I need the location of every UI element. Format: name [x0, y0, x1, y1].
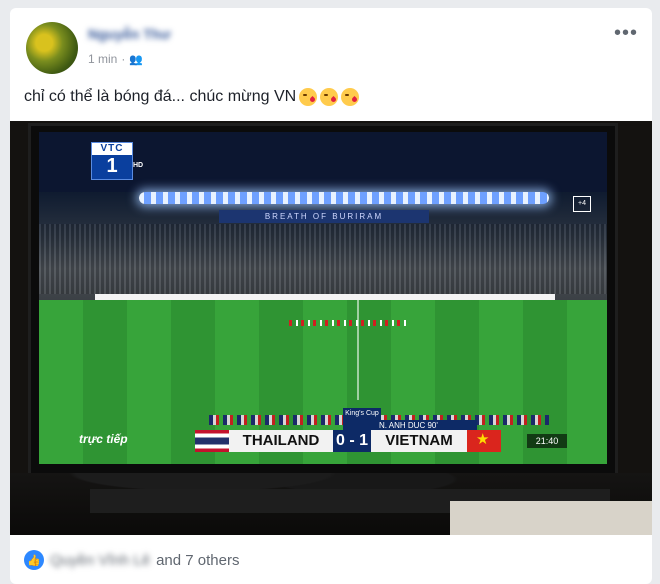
tv-screen: BREATH OF BURIRAM VTC 1 HD +4 King's Cup…: [39, 132, 607, 464]
reaction-others[interactable]: and 7 others: [156, 552, 239, 569]
post-time[interactable]: 1 min: [88, 52, 117, 66]
players-lineup: [289, 320, 409, 326]
scoreboard: THAILAND 0 - 1 VIETNAM: [195, 430, 501, 452]
hd-label: HD: [133, 162, 144, 169]
away-team: VIETNAM: [371, 430, 467, 452]
more-options-button[interactable]: •••: [614, 22, 638, 45]
clock: 21:40: [527, 434, 567, 448]
crowd: [39, 224, 607, 294]
author-name[interactable]: Nguyễn Thư: [88, 26, 170, 42]
kiss-emoji-icon: [320, 88, 339, 106]
floodlights: [139, 192, 549, 204]
avatar[interactable]: [26, 22, 78, 74]
score: 0 - 1: [333, 430, 371, 452]
reactions-bar[interactable]: 👍 Quyền Vĩnh Lê and 7 others: [24, 550, 239, 570]
live-label: trực tiếp: [79, 432, 128, 446]
channel-number: 1: [106, 155, 118, 177]
channel-name: VTC: [92, 143, 132, 155]
reaction-names[interactable]: Quyền Vĩnh Lê: [50, 552, 150, 569]
tv: BREATH OF BURIRAM VTC 1 HD +4 King's Cup…: [28, 123, 618, 483]
post-text: chỉ có thể là bóng đá... chúc mừng VN: [24, 88, 297, 105]
post-text-row: chỉ có thể là bóng đá... chúc mừng VN: [24, 88, 360, 106]
like-icon: 👍: [24, 550, 44, 570]
kiss-emoji-icon: [341, 88, 360, 106]
post-card: Nguyễn Thư 1 min · 👥 ••• chỉ có thể là b…: [10, 8, 652, 584]
home-team: THAILAND: [229, 430, 333, 452]
post-meta: 1 min · 👥: [88, 52, 143, 66]
post-photo[interactable]: BREATH OF BURIRAM VTC 1 HD +4 King's Cup…: [10, 121, 652, 535]
stadium-banner: BREATH OF BURIRAM: [219, 210, 429, 223]
thailand-flag-icon: [195, 430, 229, 452]
age-badge: +4: [573, 196, 591, 212]
kiss-emoji-icon: [299, 88, 318, 106]
center-line: [357, 300, 359, 400]
meta-separator: ·: [121, 52, 126, 66]
friends-icon[interactable]: 👥: [129, 53, 143, 66]
channel-logo: VTC 1: [91, 142, 133, 180]
shelf: [450, 501, 652, 535]
vietnam-flag-icon: [467, 430, 501, 452]
